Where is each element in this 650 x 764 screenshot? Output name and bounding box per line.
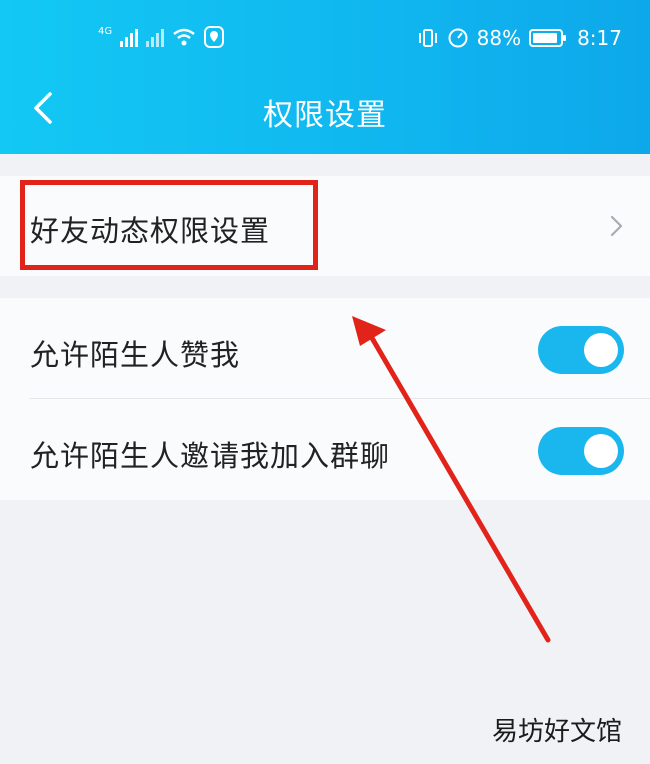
annotation-arrow [352,316,551,643]
watermark-text: 易坊好文馆 [491,717,622,747]
